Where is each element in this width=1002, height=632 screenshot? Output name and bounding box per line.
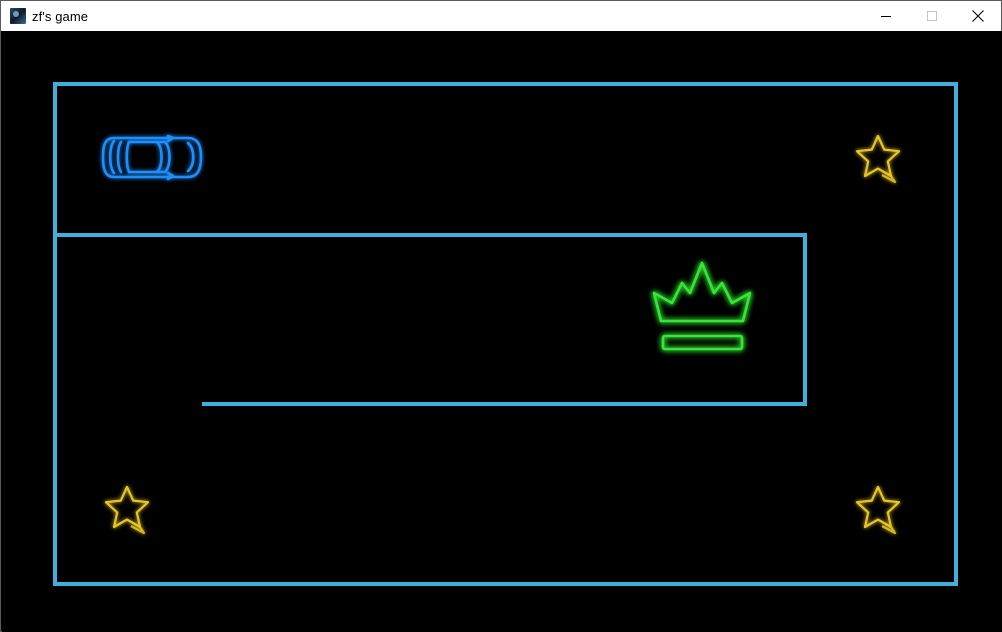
minimize-button[interactable] bbox=[863, 1, 909, 31]
maze-walls bbox=[53, 82, 958, 586]
minimize-icon bbox=[881, 16, 891, 17]
player-car-icon[interactable] bbox=[101, 134, 203, 181]
star-icon[interactable] bbox=[855, 134, 901, 184]
app-icon bbox=[10, 8, 26, 24]
star-icon[interactable] bbox=[855, 485, 901, 535]
maze-scene bbox=[53, 82, 958, 586]
window-title: zf's game bbox=[32, 9, 89, 24]
close-button[interactable] bbox=[955, 1, 1001, 31]
star-icon[interactable] bbox=[104, 485, 150, 535]
close-icon bbox=[972, 10, 984, 22]
crown-goal-icon[interactable] bbox=[652, 261, 752, 351]
maximize-button[interactable] bbox=[909, 1, 955, 31]
inner-wall bbox=[53, 233, 807, 406]
game-window: zf's game bbox=[0, 0, 1002, 632]
outer-wall bbox=[53, 82, 958, 586]
game-canvas[interactable] bbox=[2, 31, 1002, 632]
title-bar[interactable]: zf's game bbox=[1, 1, 1001, 31]
maximize-icon bbox=[927, 11, 937, 21]
